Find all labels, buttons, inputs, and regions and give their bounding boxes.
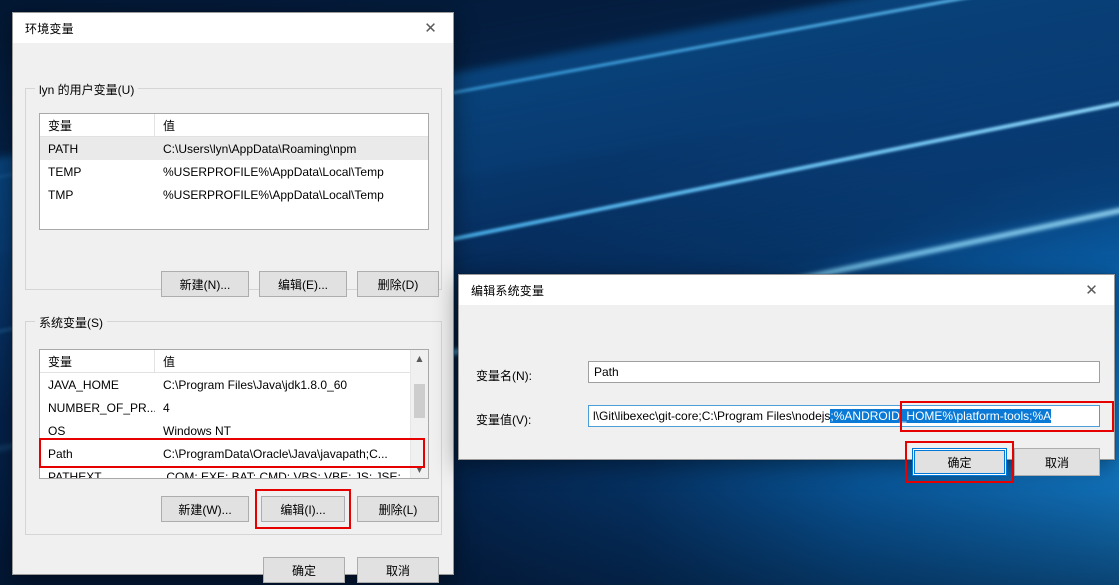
table-row[interactable]: OS Windows NT: [40, 419, 428, 442]
system-variable-value: 4: [163, 400, 170, 415]
close-icon[interactable]: ✕: [408, 13, 453, 43]
table-row[interactable]: TMP %USERPROFILE%\AppData\Local\Temp: [40, 183, 428, 206]
cancel-button[interactable]: 取消: [357, 557, 439, 583]
variable-name-input[interactable]: Path: [588, 361, 1100, 383]
system-variable-name: NUMBER_OF_PR...: [48, 400, 155, 415]
table-row[interactable]: PATH C:\Users\lyn\AppData\Roaming\npm: [40, 137, 428, 160]
variable-name-value: Path: [594, 365, 619, 379]
user-delete-button[interactable]: 删除(D): [357, 271, 439, 297]
system-edit-button[interactable]: 编辑(I)...: [261, 496, 345, 522]
user-variables-header: 变量 值: [40, 114, 428, 137]
env-dialog-titlebar: 环境变量 ✕: [13, 13, 453, 43]
ok-button[interactable]: 确定: [263, 557, 345, 583]
user-variables-legend: lyn 的用户变量(U): [35, 81, 139, 98]
table-row[interactable]: NUMBER_OF_PR... 4: [40, 396, 428, 419]
edit-system-variable-dialog: 编辑系统变量 ✕ 变量名(N): Path 变量值(V): l\Git\libe…: [458, 274, 1115, 483]
system-variables-list[interactable]: 变量 值 JAVA_HOME C:\Program Files\Java\jdk…: [39, 349, 429, 479]
system-new-button[interactable]: 新建(W)...: [161, 496, 249, 522]
column-header-value: 值: [163, 119, 176, 133]
variable-value-selected-text: ;%ANDROID_HOME%\platform-tools;%A: [830, 409, 1052, 423]
cancel-button[interactable]: 取消: [1014, 448, 1100, 476]
system-variables-legend: 系统变量(S): [35, 314, 107, 331]
scrollbar-thumb[interactable]: [414, 384, 425, 418]
variable-value-input[interactable]: l\Git\libexec\git-core;C:\Program Files\…: [588, 405, 1100, 427]
table-row[interactable]: Path C:\ProgramData\Oracle\Java\javapath…: [40, 442, 428, 465]
edit-dialog-title: 编辑系统变量: [471, 283, 545, 298]
table-row[interactable]: JAVA_HOME C:\Program Files\Java\jdk1.8.0…: [40, 373, 428, 396]
system-variable-value: Windows NT: [163, 423, 232, 438]
user-new-button[interactable]: 新建(N)...: [161, 271, 249, 297]
environment-variables-dialog: 环境变量 ✕ lyn 的用户变量(U) 变量 值 PATH C:\Users\l…: [12, 12, 454, 583]
system-variable-value: .COM;.EXE;.BAT;.CMD;.VBS;.VBE;.JS;.JSE;: [163, 469, 401, 479]
scroll-down-icon[interactable]: ▼: [411, 461, 428, 478]
scroll-up-icon[interactable]: ▲: [411, 350, 428, 367]
variable-value-label: 变量值(V):: [476, 413, 532, 427]
system-variable-value: C:\Program Files\Java\jdk1.8.0_60: [163, 377, 348, 392]
desktop: 环境变量 ✕ lyn 的用户变量(U) 变量 值 PATH C:\Users\l…: [0, 0, 1119, 585]
edit-dialog-titlebar: 编辑系统变量 ✕: [459, 275, 1114, 305]
ok-button[interactable]: 确定: [912, 448, 1007, 476]
user-variable-value: %USERPROFILE%\AppData\Local\Temp: [163, 164, 384, 179]
system-variables-header: 变量 值: [40, 350, 428, 373]
column-header-value: 值: [163, 355, 176, 369]
user-variable-name: TMP: [48, 187, 74, 202]
user-variable-name: TEMP: [48, 164, 82, 179]
system-variables-scrollbar[interactable]: ▲ ▼: [410, 350, 428, 478]
table-row[interactable]: PATHEXT .COM;.EXE;.BAT;.CMD;.VBS;.VBE;.J…: [40, 465, 428, 479]
variable-name-label: 变量名(N):: [476, 369, 532, 383]
system-variable-name-path: Path: [48, 446, 73, 461]
system-variable-value-path: C:\ProgramData\Oracle\Java\javapath;C...: [163, 446, 388, 461]
system-variable-name: PATHEXT: [48, 469, 102, 479]
close-icon[interactable]: ✕: [1069, 275, 1114, 305]
system-delete-button[interactable]: 删除(L): [357, 496, 439, 522]
column-header-variable: 变量: [40, 350, 155, 372]
variable-value-prefix: l\Git\libexec\git-core;C:\Program Files\…: [593, 409, 831, 423]
table-row[interactable]: TEMP %USERPROFILE%\AppData\Local\Temp: [40, 160, 428, 183]
user-edit-button[interactable]: 编辑(E)...: [259, 271, 347, 297]
user-variable-value: C:\Users\lyn\AppData\Roaming\npm: [163, 141, 357, 156]
system-variable-name: OS: [48, 423, 66, 438]
system-variable-name: JAVA_HOME: [48, 377, 119, 392]
user-variable-value: %USERPROFILE%\AppData\Local\Temp: [163, 187, 384, 202]
env-dialog-title: 环境变量: [25, 21, 74, 36]
user-variable-name: PATH: [48, 141, 79, 156]
column-header-variable: 变量: [40, 114, 155, 136]
user-variables-list[interactable]: 变量 值 PATH C:\Users\lyn\AppData\Roaming\n…: [39, 113, 429, 230]
